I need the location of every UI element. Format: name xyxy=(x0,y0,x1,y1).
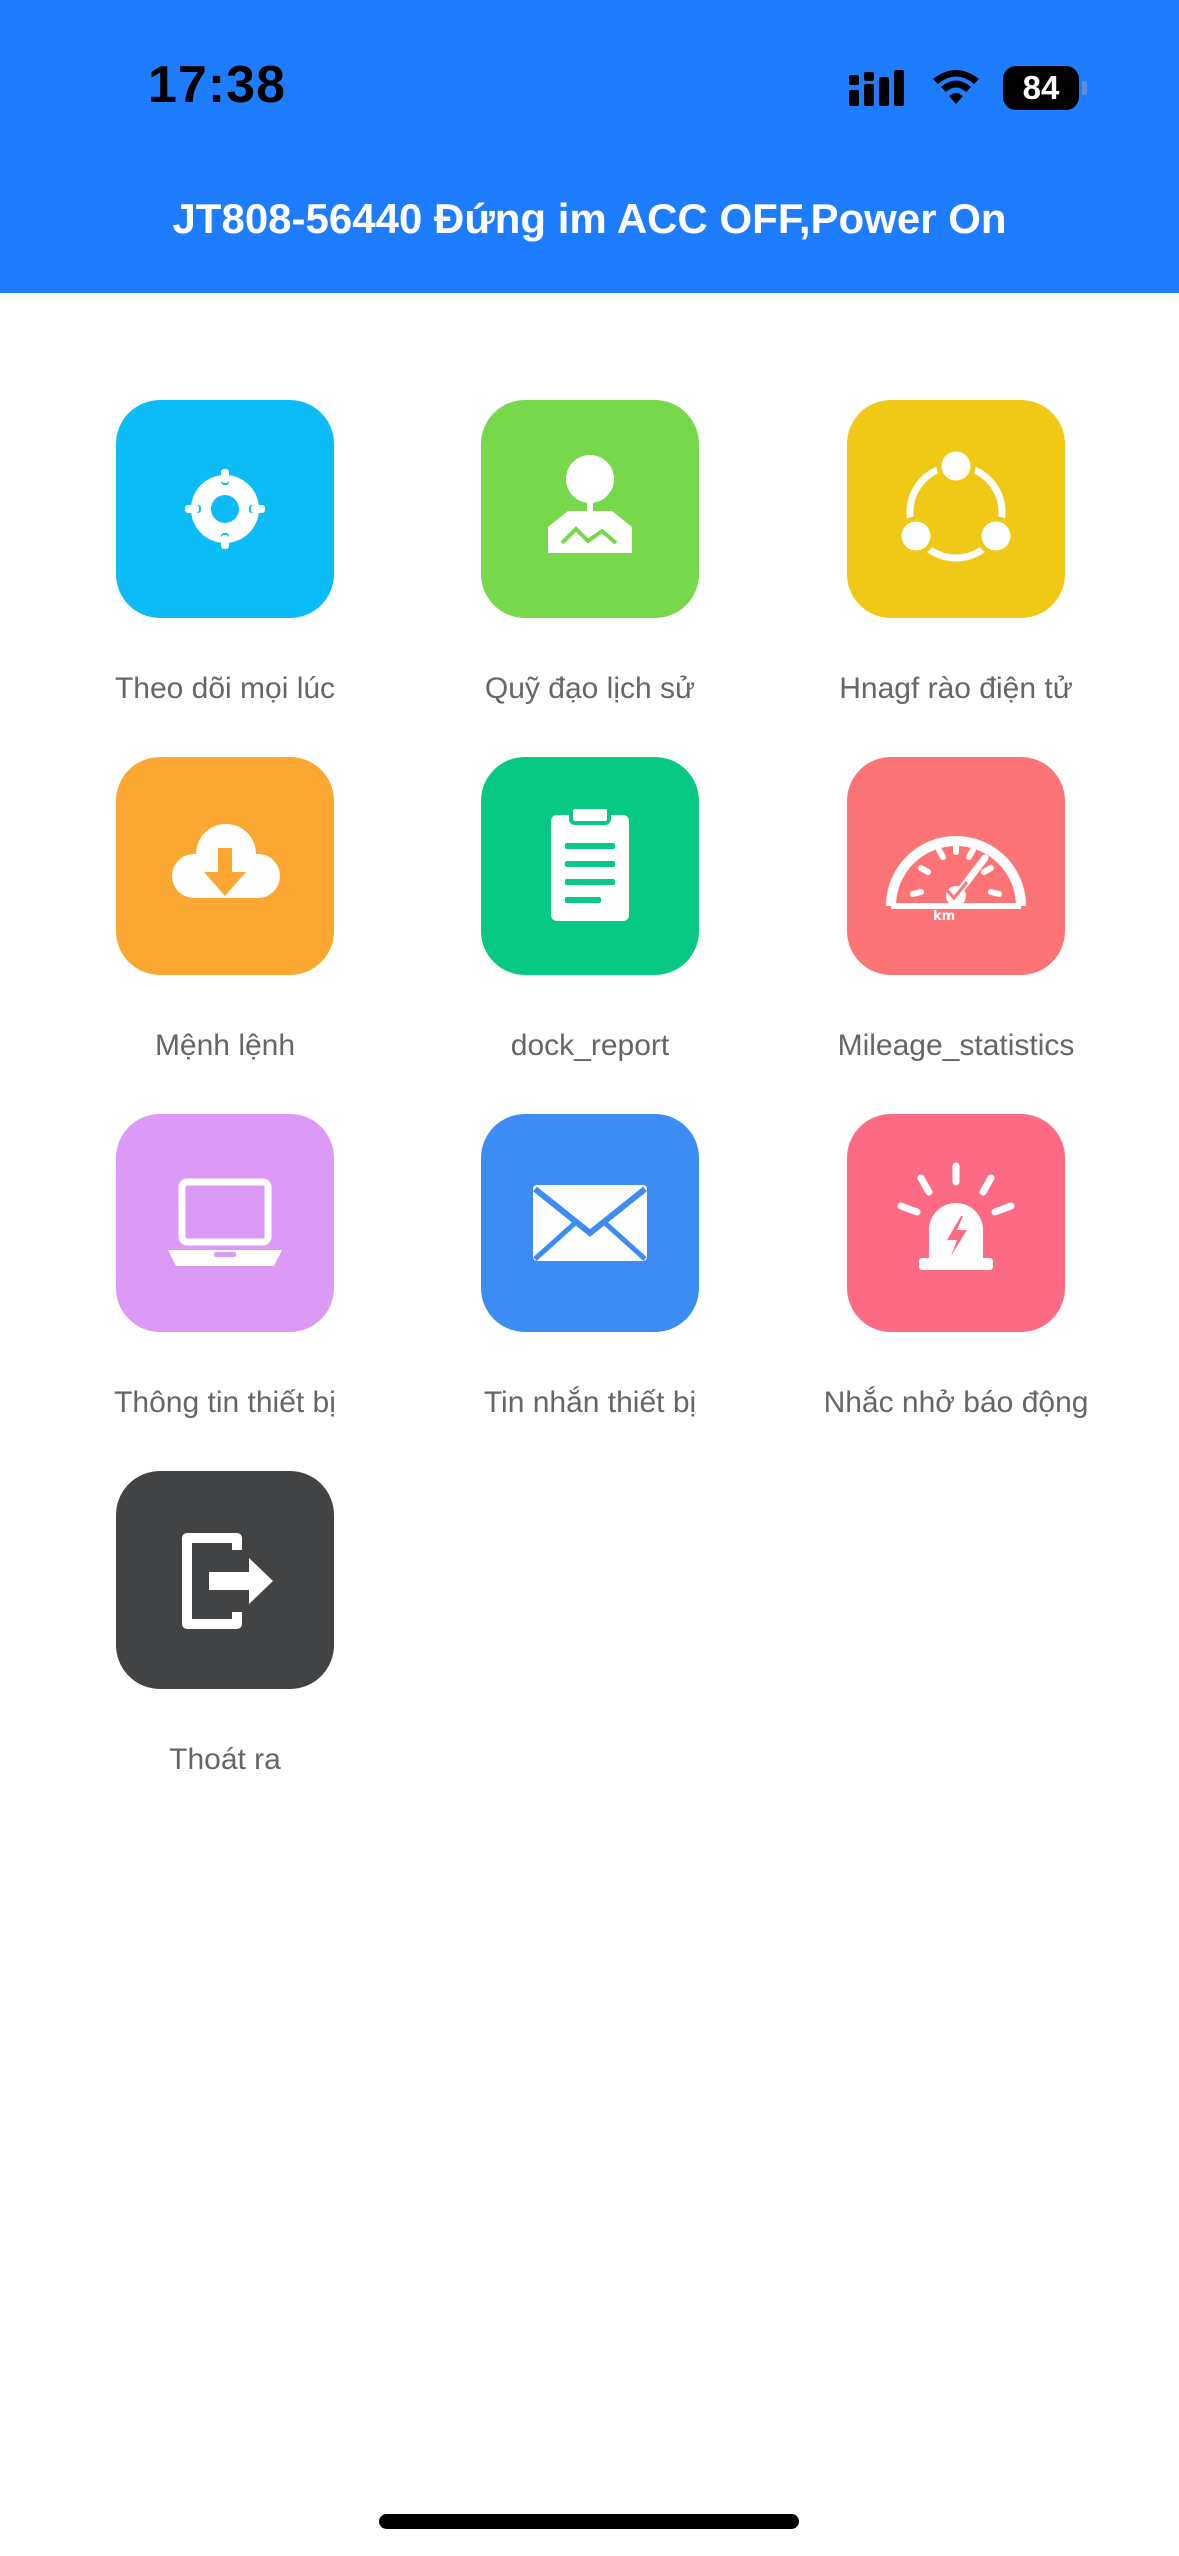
app-header: 17:38 84 JT808-56440 Đứng im ACC OFF,Pow… xyxy=(0,0,1179,293)
battery-indicator: 84 xyxy=(1003,66,1087,110)
menu-label: Quỹ đạo lịch sử xyxy=(484,672,696,705)
status-time: 17:38 xyxy=(148,56,286,114)
menu-item-device-messages[interactable]: Tin nhắn thiết bị xyxy=(407,1114,773,1471)
menu-label: Thông tin thiết bị xyxy=(114,1386,336,1419)
laptop-icon xyxy=(116,1114,334,1332)
menu-label: Nhắc nhở báo động xyxy=(823,1386,1089,1419)
menu-item-geofence[interactable]: Hnagf rào điện tử xyxy=(773,400,1139,757)
menu-label: Hnagf rào điện tử xyxy=(839,672,1073,705)
menu-item-dock-report[interactable]: dock_report xyxy=(407,757,773,1114)
cellular-signal-icon xyxy=(849,70,904,106)
geofence-icon xyxy=(847,400,1065,618)
home-indicator[interactable] xyxy=(379,2514,799,2529)
map-pin-icon xyxy=(481,400,699,618)
menu-item-device-info[interactable]: Thông tin thiết bị xyxy=(42,1114,408,1471)
menu-label: Thoát ra xyxy=(169,1743,281,1776)
menu-item-tracking[interactable]: Theo dõi mọi lúc xyxy=(42,400,408,757)
alarm-light-icon xyxy=(847,1114,1065,1332)
menu-item-commands[interactable]: Mệnh lệnh xyxy=(42,757,408,1114)
menu-item-history-track[interactable]: Quỹ đạo lịch sử xyxy=(407,400,773,757)
menu-label: dock_report xyxy=(510,1029,670,1062)
menu-item-exit[interactable]: Thoát ra xyxy=(42,1471,408,1828)
page-title: JT808-56440 Đứng im ACC OFF,Power On xyxy=(172,195,1007,242)
menu-label: Theo dõi mọi lúc xyxy=(114,672,336,705)
svg-text:km: km xyxy=(933,909,955,924)
clipboard-icon xyxy=(481,757,699,975)
menu-label: Tin nhắn thiết bị xyxy=(483,1386,697,1419)
wifi-icon xyxy=(933,70,979,104)
envelope-icon xyxy=(481,1114,699,1332)
menu-item-mileage-statistics[interactable]: km Mileage_statistics xyxy=(773,757,1139,1114)
target-icon xyxy=(116,400,334,618)
menu-item-alarm-reminder[interactable]: Nhắc nhở báo động xyxy=(773,1114,1139,1471)
menu-label: Mileage_statistics xyxy=(837,1029,1075,1062)
cloud-download-icon xyxy=(116,757,334,975)
exit-icon xyxy=(116,1471,334,1689)
status-icons: 84 xyxy=(849,62,1087,114)
menu-label: Mệnh lệnh xyxy=(154,1029,296,1062)
speedometer-icon: km xyxy=(847,757,1065,975)
